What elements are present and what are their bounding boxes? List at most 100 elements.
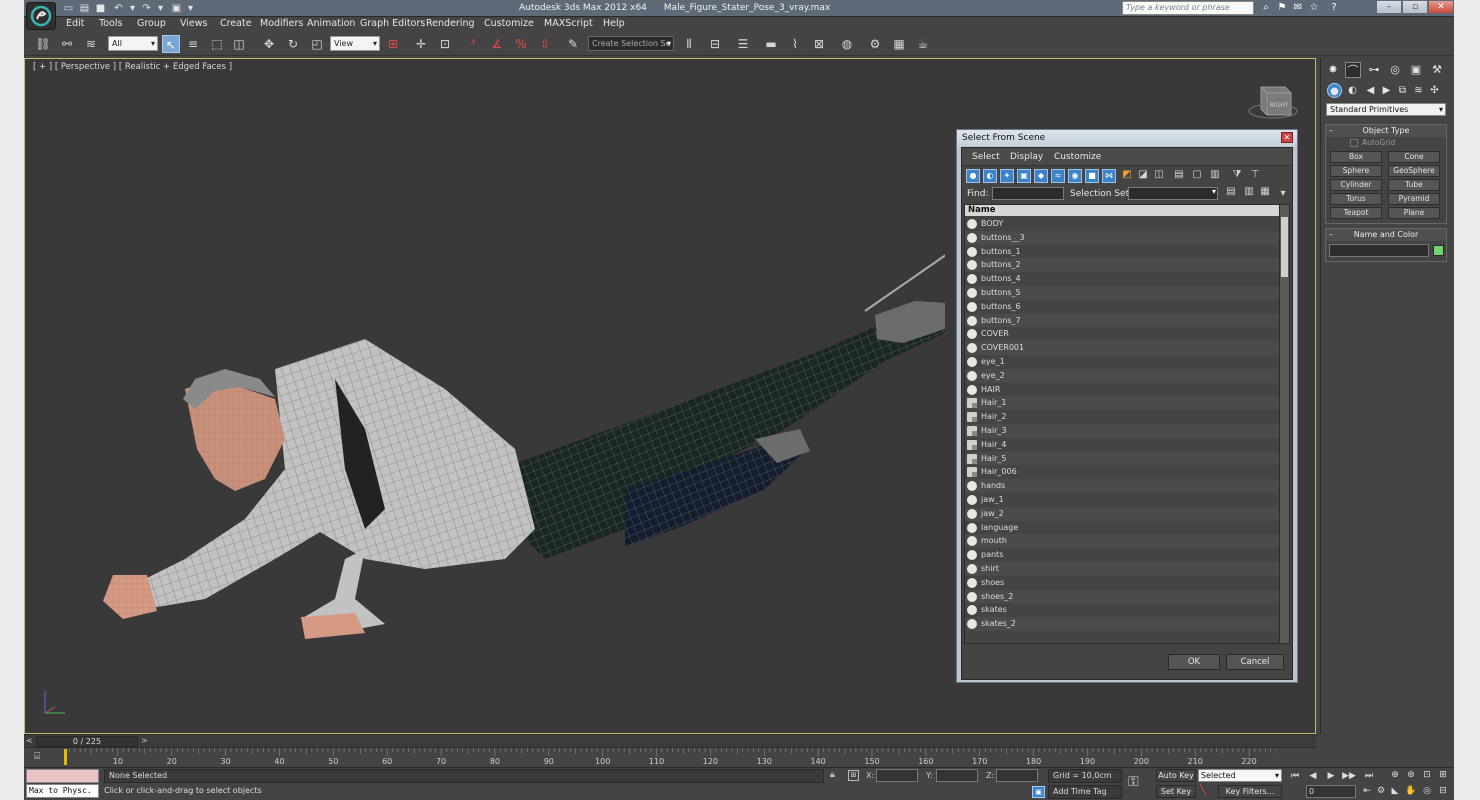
list-item[interactable]: buttons_5 bbox=[965, 286, 1279, 300]
time-slider-prev-icon[interactable]: < bbox=[26, 736, 33, 745]
menu-rendering[interactable]: Rendering bbox=[426, 18, 475, 29]
list-item[interactable]: mouth bbox=[965, 534, 1279, 549]
key-filters-button[interactable]: Key Filters... bbox=[1218, 785, 1282, 798]
go-to-start-icon[interactable]: ⏮ bbox=[1288, 770, 1302, 782]
save-file-icon[interactable]: ■ bbox=[94, 2, 107, 15]
window-crossing-icon[interactable]: ◫ bbox=[230, 35, 248, 53]
select-and-rotate-icon[interactable]: ↻ bbox=[284, 35, 302, 53]
play-icon[interactable]: ▶︎ bbox=[1324, 770, 1338, 782]
orbit-icon[interactable]: ◎ bbox=[1420, 785, 1434, 798]
list-item[interactable]: jaw_1 bbox=[965, 493, 1279, 507]
absolute-mode-icon[interactable]: ⊞ bbox=[848, 770, 859, 781]
menu-group[interactable]: Group bbox=[137, 18, 166, 29]
menu-create[interactable]: Create bbox=[220, 18, 252, 29]
open-file-icon[interactable]: ▤ bbox=[78, 2, 91, 15]
list-item[interactable]: skates bbox=[965, 603, 1279, 617]
maximize-button[interactable]: ▫ bbox=[1402, 0, 1428, 14]
zoom-extents-icon[interactable]: ⊡ bbox=[1420, 769, 1434, 782]
list-item[interactable]: jaw_2 bbox=[965, 506, 1279, 521]
display-space-warps-icon[interactable]: ≈ bbox=[1051, 169, 1065, 183]
auto-key-button[interactable]: Auto Key bbox=[1156, 769, 1196, 782]
key-mode-toggle-icon[interactable]: ⇤ bbox=[1360, 785, 1374, 797]
maxscript-listener-output[interactable] bbox=[26, 769, 99, 783]
list-item[interactable]: shoes_2 bbox=[965, 589, 1279, 604]
spinner-snap-icon[interactable]: ⇳ bbox=[536, 35, 554, 53]
dialog-title[interactable]: Select From Scene bbox=[957, 130, 1297, 146]
hierarchy-tab-icon[interactable]: ⊶ bbox=[1366, 62, 1382, 78]
modify-tab-icon[interactable]: ⌒ bbox=[1345, 62, 1361, 78]
redo-dropdown-icon[interactable]: ▾ bbox=[154, 2, 167, 15]
cancel-button[interactable]: Cancel bbox=[1226, 654, 1284, 670]
key-selection-dropdown[interactable]: Selected bbox=[1198, 769, 1282, 782]
bind-to-space-warp-icon[interactable]: ≋ bbox=[82, 35, 100, 53]
lights-category-icon[interactable]: ◀ bbox=[1363, 83, 1378, 98]
minimize-button[interactable]: – bbox=[1376, 0, 1402, 14]
geometry-category-icon[interactable]: ● bbox=[1327, 83, 1342, 98]
list-item[interactable]: Hair_5 bbox=[965, 451, 1279, 466]
time-slider[interactable]: < 0 / 225 > bbox=[24, 734, 1316, 747]
next-frame-icon[interactable]: ▶▶ bbox=[1342, 770, 1356, 782]
dialog-menu-select[interactable]: Select bbox=[972, 152, 1000, 162]
track-bar[interactable]: ⌸ 10 20 30 40 50 60 70 80 90 100 110 120 130 140 150 16… bbox=[24, 747, 1316, 767]
set-key-icon[interactable]: ⚿ bbox=[1128, 774, 1139, 790]
named-selection-dropdown[interactable]: Create Selection Se bbox=[588, 36, 674, 51]
rendered-frame-window-icon[interactable]: ▦ bbox=[890, 35, 908, 53]
display-shapes-icon[interactable]: ◐ bbox=[983, 169, 997, 183]
viewcube-icon[interactable]: RIGHT bbox=[1247, 81, 1299, 121]
display-tab-icon[interactable]: ▣ bbox=[1408, 62, 1424, 78]
zoom-icon[interactable]: ⊕ bbox=[1388, 769, 1402, 782]
select-and-scale-icon[interactable]: ◰ bbox=[308, 35, 326, 53]
utilities-tab-icon[interactable]: ⚒ bbox=[1429, 62, 1445, 78]
list-item[interactable]: shirt bbox=[965, 562, 1279, 576]
selection-lock-icon[interactable]: 🔒︎ bbox=[830, 770, 835, 780]
object-color-swatch[interactable] bbox=[1433, 245, 1444, 256]
select-and-link-icon[interactable]: ⛓ bbox=[34, 35, 52, 53]
z-coordinate-input[interactable] bbox=[996, 769, 1038, 782]
communication-center-icon[interactable]: ✉ bbox=[1292, 2, 1304, 14]
redo-icon[interactable]: ↷ bbox=[140, 2, 153, 15]
close-button[interactable]: ✕ bbox=[1428, 0, 1454, 14]
undo-dropdown-icon[interactable]: ▾ bbox=[126, 2, 139, 15]
schematic-view-icon[interactable]: ⊠ bbox=[810, 35, 828, 53]
display-groups-icon[interactable]: ◉ bbox=[1068, 169, 1082, 183]
sphere-button[interactable]: Sphere bbox=[1330, 165, 1382, 177]
find-input[interactable] bbox=[992, 187, 1064, 200]
list-item[interactable]: Hair_1 bbox=[965, 396, 1279, 411]
zoom-extents-all-icon[interactable]: ⊞ bbox=[1436, 769, 1450, 782]
time-slider-thumb[interactable]: 0 / 225 bbox=[36, 736, 138, 747]
display-helpers-icon[interactable]: ◆ bbox=[1034, 169, 1048, 183]
layer-manager-icon[interactable]: ☰ bbox=[734, 35, 752, 53]
list-item[interactable]: Hair_3 bbox=[965, 424, 1279, 438]
mini-curve-editor-icon[interactable]: ⌸ bbox=[34, 751, 40, 762]
list-item[interactable]: COVER bbox=[965, 327, 1279, 341]
curve-editor-icon[interactable]: ⌇ bbox=[786, 35, 804, 53]
rectangular-selection-icon[interactable]: ⬚ bbox=[208, 35, 226, 53]
list-item[interactable]: Hair_2 bbox=[965, 410, 1279, 424]
list-header-name[interactable]: Name bbox=[965, 205, 1279, 216]
zoom-all-icon[interactable]: ⊛ bbox=[1404, 769, 1418, 782]
y-coordinate-input[interactable] bbox=[936, 769, 978, 782]
quick-access-dropdown-icon[interactable]: ▾ bbox=[184, 2, 197, 15]
options-dropdown-icon[interactable]: ▾ bbox=[1276, 188, 1290, 202]
list-scrollbar[interactable] bbox=[1279, 205, 1289, 643]
menu-animation[interactable]: Animation bbox=[307, 18, 355, 29]
render-production-icon[interactable]: ☕ bbox=[914, 35, 932, 53]
current-frame-marker[interactable] bbox=[64, 749, 67, 765]
menu-maxscript[interactable]: MAXScript bbox=[544, 18, 593, 29]
set-key-button[interactable]: Set Key bbox=[1156, 785, 1196, 798]
menu-views[interactable]: Views bbox=[180, 18, 208, 29]
undo-icon[interactable]: ↶ bbox=[112, 2, 125, 15]
reference-coordinate-dropdown[interactable]: View bbox=[330, 36, 380, 51]
list-item[interactable]: HAIR bbox=[965, 383, 1279, 397]
motion-tab-icon[interactable]: ◎ bbox=[1387, 62, 1403, 78]
list-item[interactable]: buttons__3 bbox=[965, 230, 1279, 245]
angle-snap-icon[interactable]: ∡ bbox=[488, 35, 506, 53]
dialog-close-button[interactable]: ✕ bbox=[1281, 132, 1293, 143]
space-warps-category-icon[interactable]: ≋ bbox=[1411, 83, 1426, 98]
unlink-selection-icon[interactable]: ⚯ bbox=[58, 35, 76, 53]
menu-customize[interactable]: Customize bbox=[484, 18, 534, 29]
name-and-color-rollout-title[interactable]: Name and Color bbox=[1326, 229, 1446, 241]
display-none-icon[interactable]: ◪ bbox=[1136, 169, 1150, 183]
list-item[interactable]: COVER001 bbox=[965, 341, 1279, 355]
use-pivot-center-icon[interactable]: ⊞ bbox=[384, 35, 402, 53]
